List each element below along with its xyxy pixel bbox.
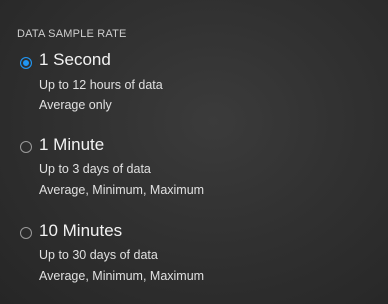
sample-rate-panel: DATA SAMPLE RATE 1 Second Up to 12 hours… — [0, 0, 388, 304]
radio-selected-icon[interactable] — [20, 57, 32, 69]
option-title: 1 Second — [39, 50, 111, 69]
option-detail-1: Up to 12 hours of data — [39, 78, 163, 92]
option-1-second[interactable]: 1 Second Up to 12 hours of data Average … — [0, 50, 388, 120]
section-header: DATA SAMPLE RATE — [17, 28, 127, 40]
option-detail-1: Up to 3 days of data — [39, 162, 151, 176]
option-10-minutes[interactable]: 10 Minutes Up to 30 days of data Average… — [0, 221, 388, 291]
option-title: 1 Minute — [39, 135, 105, 154]
radio-unselected-icon[interactable] — [20, 227, 32, 239]
radio-unselected-icon[interactable] — [20, 141, 32, 153]
option-detail-2: Average only — [39, 98, 112, 112]
option-detail-2: Average, Minimum, Maximum — [39, 269, 205, 283]
option-detail-1: Up to 30 days of data — [39, 248, 158, 262]
option-detail-2: Average, Minimum, Maximum — [39, 183, 205, 197]
option-1-minute[interactable]: 1 Minute Up to 3 days of data Average, M… — [0, 135, 388, 205]
option-title: 10 Minutes — [39, 221, 123, 240]
